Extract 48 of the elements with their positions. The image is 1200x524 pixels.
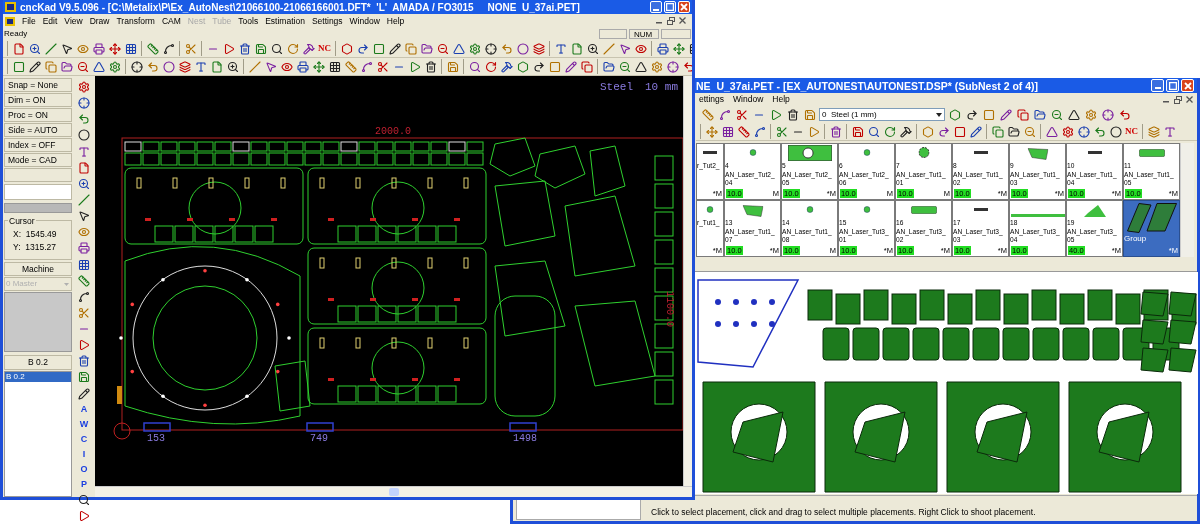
mode-button[interactable]: Proc = ON [4, 108, 72, 122]
cursor-x: X: 1545.49 [13, 228, 58, 241]
material-dropdown[interactable]: 0 Steel (1 mm) [819, 108, 945, 121]
menu-item[interactable]: Transform [116, 14, 155, 28]
menu-item[interactable]: Window [733, 93, 764, 106]
menu-item[interactable]: Help [386, 14, 405, 28]
menu-item[interactable]: View [64, 14, 83, 28]
mode-button[interactable]: Dim = ON [4, 93, 72, 107]
mode-button[interactable]: Index = OFF [4, 138, 72, 152]
position-label: 1498 [513, 433, 537, 444]
window-title: cncKad V9.5.096 - [C:\Metalix\P\Ex_AutoNest\21066100-21066166001.DFT* 'L' AMADA / FO3015 NONE U_37ai.PET] [20, 0, 581, 14]
tool-letter-button[interactable]: I [76, 447, 92, 461]
menu-item[interactable]: Estimation [265, 14, 305, 28]
tool-letter-button[interactable]: W [76, 417, 92, 431]
part-name-label: Group [1124, 235, 1147, 244]
tool-letter-button[interactable]: O [76, 462, 92, 476]
nc-button[interactable]: NC [1124, 124, 1139, 139]
height-dimension: 1100.0 [664, 291, 675, 327]
tool-header: B 0.2 [4, 355, 72, 370]
num-indicator: NUM [629, 29, 659, 39]
window-title: NE U_37ai.PET - [EX_AUTONEST\AUTONEST.DSP* (SubNest 2 of 4)] [696, 78, 1040, 93]
cursor-y: Y: 1315.27 [13, 241, 57, 254]
position-label: 153 [147, 433, 165, 444]
mode-button[interactable]: Side = AUTO [4, 123, 72, 137]
drawing-canvas[interactable]: Steel 10 mm 2000.0 1100.0 153 749 1498 [95, 76, 683, 486]
thickness-label: 10 mm [645, 81, 678, 93]
menu-item[interactable]: File [22, 14, 36, 28]
menu-item[interactable]: ettings [699, 93, 725, 106]
tool-letter-button[interactable]: P [76, 477, 92, 491]
menu-item[interactable]: Help [772, 93, 790, 106]
tool-letter-button[interactable]: A [76, 402, 92, 416]
material-label: Steel [600, 81, 633, 93]
mode-button[interactable]: Mode = CAD [4, 153, 72, 167]
machine-button[interactable]: Machine [4, 262, 72, 276]
menu-item[interactable]: CAM [161, 14, 181, 28]
menu-item[interactable]: Tools [238, 14, 259, 28]
tool-letter-button[interactable]: C [76, 432, 92, 446]
menu-item[interactable]: Edit [42, 14, 58, 28]
mode-button[interactable]: Snap = None [4, 78, 72, 92]
position-label: 749 [310, 433, 328, 444]
menu-item[interactable]: Settings [311, 14, 343, 28]
tool-list-item[interactable]: B 0.2 [5, 372, 71, 382]
width-dimension: 2000.0 [375, 126, 411, 137]
nc-button[interactable]: NC [317, 41, 332, 56]
status-text: Click to select placement, click and drag to select multiple placements. Right Click to shoot placement. [651, 506, 1036, 519]
menu-item[interactable]: Draw [89, 14, 110, 28]
menu-item[interactable]: Window [349, 14, 380, 28]
status-text: Ready [4, 28, 28, 40]
